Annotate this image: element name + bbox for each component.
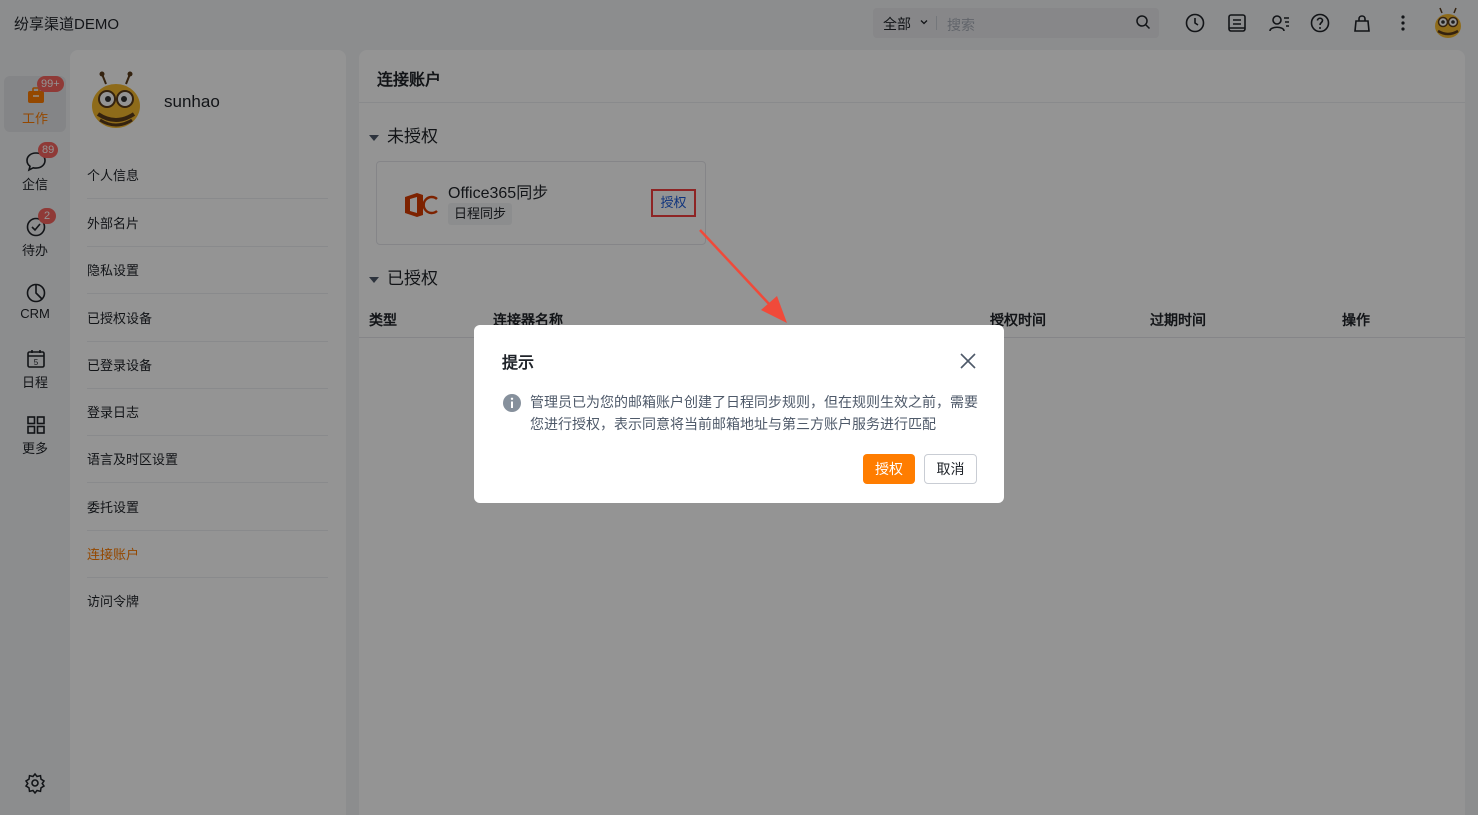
confirm-dialog: 提示 管理员已为您的邮箱账户创建了日程同步规则，但在规则生效之前，需要您进行授权…	[474, 325, 1004, 503]
close-icon[interactable]	[958, 351, 978, 371]
info-icon	[503, 394, 521, 412]
authorize-button[interactable]: 授权	[863, 454, 915, 484]
cancel-button[interactable]: 取消	[924, 454, 977, 484]
dialog-title: 提示	[502, 355, 535, 372]
dialog-message: 管理员已为您的邮箱账户创建了日程同步规则，但在规则生效之前，需要您进行授权，表示…	[530, 394, 978, 432]
